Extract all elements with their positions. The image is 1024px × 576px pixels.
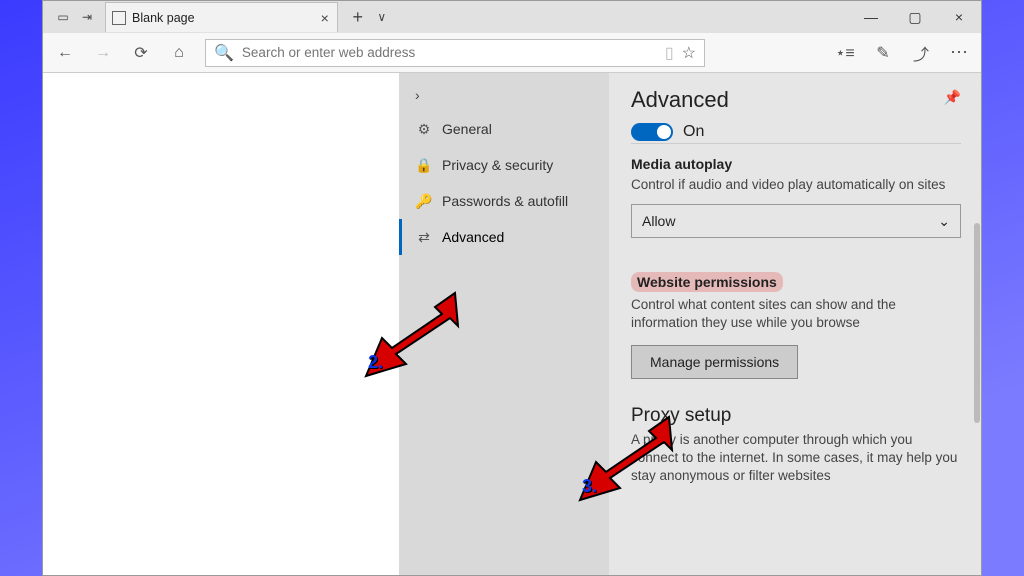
gear-icon: ⚙ [416,121,432,137]
minimize-button[interactable]: — [849,2,893,32]
sidebar-item-general[interactable]: ⚙ General [399,111,609,147]
sidebar-item-privacy[interactable]: 🔒 Privacy & security [399,147,609,183]
chevron-down-icon: ⌄ [938,213,950,230]
blank-page [43,73,399,575]
manage-permissions-button[interactable]: Manage permissions [631,345,798,379]
content-area: › ⚙ General 🔒 Privacy & security 🔑 Passw… [43,73,981,575]
lock-icon: 🔒 [416,157,432,173]
close-tab-icon[interactable]: × [321,10,329,26]
home-button[interactable]: ⌂ [167,41,191,65]
notes-icon[interactable]: ✎ [871,41,895,65]
close-window-button[interactable]: × [937,2,981,32]
proxy-section: Proxy setup A proxy is another computer … [631,405,961,486]
proxy-title: Proxy setup [631,405,961,427]
pin-icon[interactable]: 📌 [944,89,961,106]
back-button[interactable]: ← [53,41,77,65]
maximize-button[interactable]: ▢ [893,2,937,32]
toggle-row: On [631,123,961,144]
tab-dropdown-icon[interactable]: ∨ [370,5,394,29]
sliders-icon: ⇄ [416,229,432,245]
sidebar-item-label: General [442,121,492,137]
settings-main: 📌 Advanced On Media autoplay Control if … [609,73,981,575]
favorites-list-icon[interactable]: ⋆≡ [833,41,857,65]
perms-desc: Control what content sites can show and … [631,296,961,332]
proxy-desc: A proxy is another computer through whic… [631,431,961,486]
refresh-button[interactable]: ⟳ [129,41,153,65]
media-autoplay-select[interactable]: Allow ⌄ [631,204,961,238]
settings-flyout: › ⚙ General 🔒 Privacy & security 🔑 Passw… [399,73,981,575]
tabgroups-icon[interactable]: ▭ [51,5,75,29]
toggle-switch[interactable] [631,123,673,141]
title-bar: ▭ ⇥ Blank page × + ∨ — ▢ × [43,1,981,33]
sidebar-item-passwords[interactable]: 🔑 Passwords & autofill [399,183,609,219]
search-icon: 🔍 [214,43,234,63]
scrollbar-thumb[interactable] [974,223,980,423]
reading-view-icon[interactable]: ▯ [665,43,674,63]
sidebar-item-label: Advanced [442,229,504,245]
perms-title: Website permissions [631,272,961,292]
forward-button[interactable]: → [91,41,115,65]
browser-tab[interactable]: Blank page × [105,2,338,32]
tab-title: Blank page [132,11,195,25]
new-tab-button[interactable]: + [346,5,370,29]
page-icon [112,11,126,25]
address-input[interactable] [242,45,657,60]
edge-window: ▭ ⇥ Blank page × + ∨ — ▢ × ← → ⟳ ⌂ 🔍 ▯ ☆… [42,0,982,576]
select-value: Allow [642,213,675,229]
settings-sidebar: › ⚙ General 🔒 Privacy & security 🔑 Passw… [399,73,609,575]
media-title: Media autoplay [631,156,961,172]
toggle-label: On [683,123,704,141]
share-icon[interactable]: ⤴ [909,41,933,65]
sidebar-item-label: Privacy & security [442,157,553,173]
sidebar-item-advanced[interactable]: ⇄ Advanced [399,219,609,255]
key-icon: 🔑 [416,193,432,209]
more-menu-icon[interactable]: ⋯ [947,41,971,65]
settings-back-icon[interactable]: › [399,79,609,111]
panel-title: Advanced [631,87,961,113]
favorite-star-icon[interactable]: ☆ [682,43,696,63]
toolbar: ← → ⟳ ⌂ 🔍 ▯ ☆ ⋆≡ ✎ ⤴ ⋯ [43,33,981,73]
setaside-icon[interactable]: ⇥ [75,5,99,29]
sidebar-item-label: Passwords & autofill [442,193,568,209]
media-desc: Control if audio and video play automati… [631,176,961,194]
address-input-wrap[interactable]: 🔍 ▯ ☆ [205,39,705,67]
